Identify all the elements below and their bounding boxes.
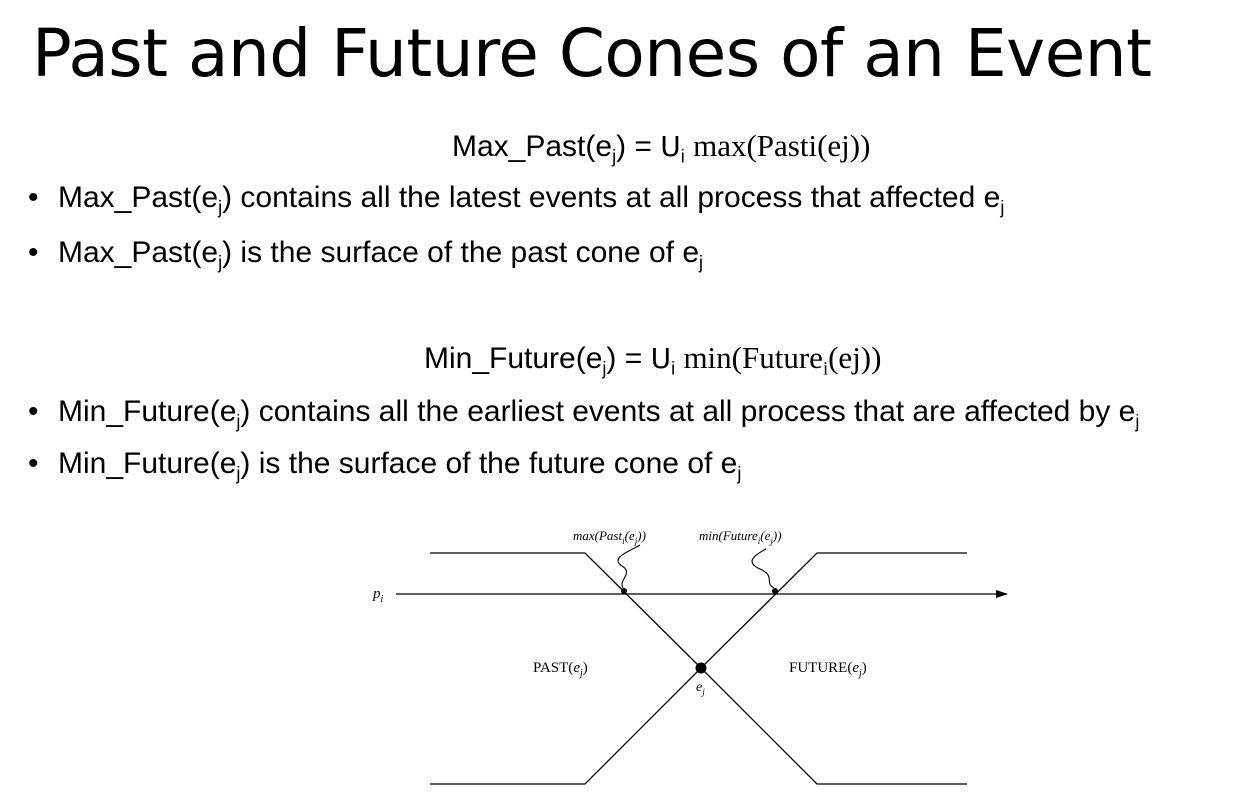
past-cone-lower-boundary (430, 667, 702, 785)
max-past-label: max(Pasti(ej)) (573, 528, 646, 546)
future-cone-lower-boundary (700, 667, 967, 785)
past-cone-upper-boundary (430, 552, 702, 669)
min-future-pointer (751, 548, 775, 589)
max-past-pointer (617, 544, 641, 589)
min-future-point (772, 588, 778, 594)
max-past-point (621, 588, 627, 594)
process-label: pi (372, 586, 384, 605)
cone-diagram: pi max(Pasti(ej)) min(Futurei(ej)) PAST(… (372, 528, 1008, 785)
min-future-label: min(Futurei(ej)) (699, 528, 782, 546)
event-point (695, 662, 707, 674)
future-region-label: FUTURE(ej) (789, 660, 867, 679)
event-label: ej (696, 680, 705, 697)
past-region-label: PAST(ej) (533, 660, 588, 679)
future-cone-upper-boundary (700, 552, 967, 669)
